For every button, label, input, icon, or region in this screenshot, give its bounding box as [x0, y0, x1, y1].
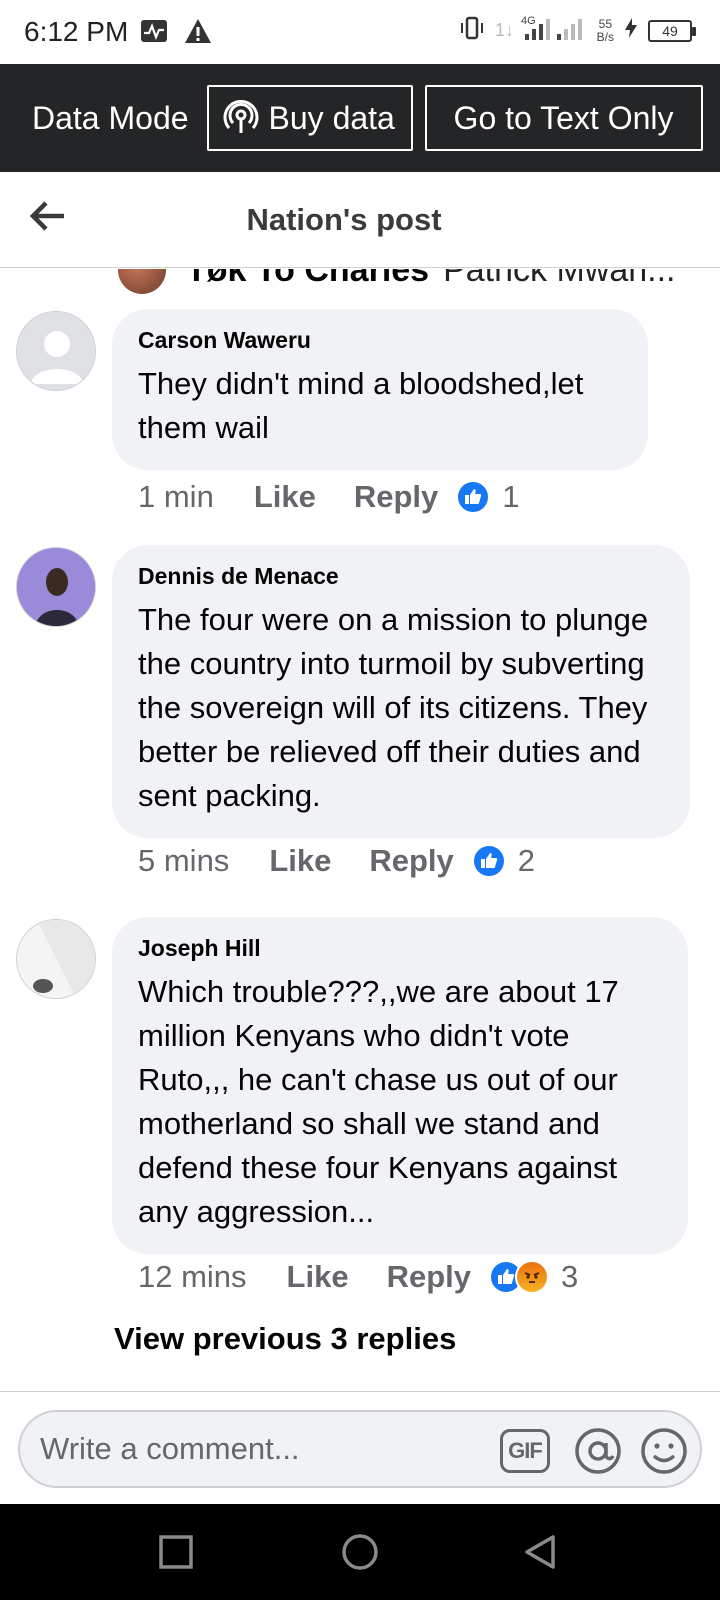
reply-button[interactable]: Reply: [354, 479, 438, 515]
svg-text:1↓: 1↓: [495, 20, 514, 40]
comment-input[interactable]: [40, 1424, 480, 1474]
avatar[interactable]: [16, 311, 96, 391]
like-button[interactable]: Like: [269, 843, 331, 879]
page-title: Nation's post: [246, 202, 442, 237]
system-nav-bar: [0, 1504, 720, 1600]
like-button[interactable]: Like: [287, 1259, 349, 1295]
avatar[interactable]: [118, 269, 166, 294]
reply-button[interactable]: Reply: [387, 1259, 471, 1295]
signal-icon: 1↓ 4G: [495, 14, 587, 47]
comment-text: Patrick Mwan...: [443, 269, 676, 289]
comment-composer-bar: GIF: [0, 1391, 720, 1504]
battery-indicator: 49: [648, 19, 696, 42]
charging-icon: [624, 17, 638, 44]
back-icon[interactable]: [520, 1532, 560, 1572]
comment-author[interactable]: Dennis de Menace: [138, 563, 664, 590]
reactions-summary[interactable]: 3: [489, 1259, 578, 1295]
net-speed: 55 B/s: [596, 16, 614, 44]
comment-actions: 1 min Like Reply 1: [138, 479, 520, 515]
buy-data-button[interactable]: Buy data: [206, 85, 413, 151]
view-previous-replies-link[interactable]: View previous 3 replies: [114, 1321, 456, 1357]
comment-bubble[interactable]: Carson Waweru They didn't mind a bloodsh…: [112, 309, 648, 470]
comments-feed[interactable]: Tøk To Charles Patrick Mwan... Carson Wa…: [0, 269, 720, 1391]
reaction-count: 2: [517, 843, 536, 878]
comment-time[interactable]: 5 mins: [138, 843, 229, 879]
data-mode-bar: Data Mode Buy data Go to Text Only: [0, 64, 720, 172]
reactions-summary[interactable]: 2: [471, 843, 536, 879]
reaction-count: 3: [561, 1259, 579, 1294]
text-only-button[interactable]: Go to Text Only: [424, 85, 703, 151]
warning-icon: [184, 18, 212, 49]
home-icon[interactable]: [340, 1532, 380, 1572]
comment-author[interactable]: Tøk To Charles: [186, 269, 429, 290]
status-bar: 6:12 PM 1↓ 4G 55 B/s 49: [0, 0, 720, 64]
activity-icon: [140, 19, 168, 48]
reactions-summary[interactable]: 1: [456, 479, 520, 515]
mention-icon[interactable]: [572, 1425, 624, 1477]
comment-text: The four were on a mission to plunge the…: [138, 602, 649, 813]
comment-text: Which trouble???,,we are about 17 millio…: [138, 974, 619, 1229]
reply-button[interactable]: Reply: [369, 843, 453, 879]
partial-comment: Tøk To Charles Patrick Mwan...: [118, 269, 676, 294]
recents-icon[interactable]: [156, 1532, 196, 1572]
post-header: Nation's post: [0, 172, 720, 268]
comment-actions: 12 mins Like Reply 3: [138, 1259, 578, 1295]
buy-data-label: Buy data: [268, 99, 395, 136]
svg-text:4G: 4G: [521, 15, 536, 27]
data-mode-label: Data Mode: [32, 99, 189, 136]
like-reaction-icon: [456, 480, 491, 514]
status-time: 6:12 PM: [24, 16, 129, 47]
like-button[interactable]: Like: [254, 479, 316, 515]
comment-text: They didn't mind a bloodshed,let them wa…: [138, 366, 584, 445]
like-reaction-icon: [471, 844, 506, 878]
avatar[interactable]: [16, 919, 96, 999]
comment-bubble[interactable]: Joseph Hill Which trouble???,,we are abo…: [112, 917, 688, 1254]
gif-button[interactable]: GIF: [500, 1429, 550, 1473]
vibrate-icon: [459, 15, 485, 46]
comment-time[interactable]: 12 mins: [138, 1259, 247, 1295]
angry-reaction-icon: [515, 1260, 549, 1294]
emoji-icon[interactable]: [638, 1425, 690, 1477]
comment-actions: 5 mins Like Reply 2: [138, 843, 535, 879]
avatar[interactable]: [16, 547, 96, 627]
text-only-label: Go to Text Only: [453, 99, 674, 136]
comment-time[interactable]: 1 min: [138, 479, 214, 515]
hotspot-icon: [223, 100, 259, 136]
comment-author[interactable]: Joseph Hill: [138, 935, 662, 962]
comment-composer[interactable]: GIF: [18, 1410, 702, 1488]
comment-author[interactable]: Carson Waweru: [138, 327, 622, 354]
reaction-count: 1: [502, 479, 520, 514]
comment-bubble[interactable]: Dennis de Menace The four were on a miss…: [112, 545, 690, 838]
